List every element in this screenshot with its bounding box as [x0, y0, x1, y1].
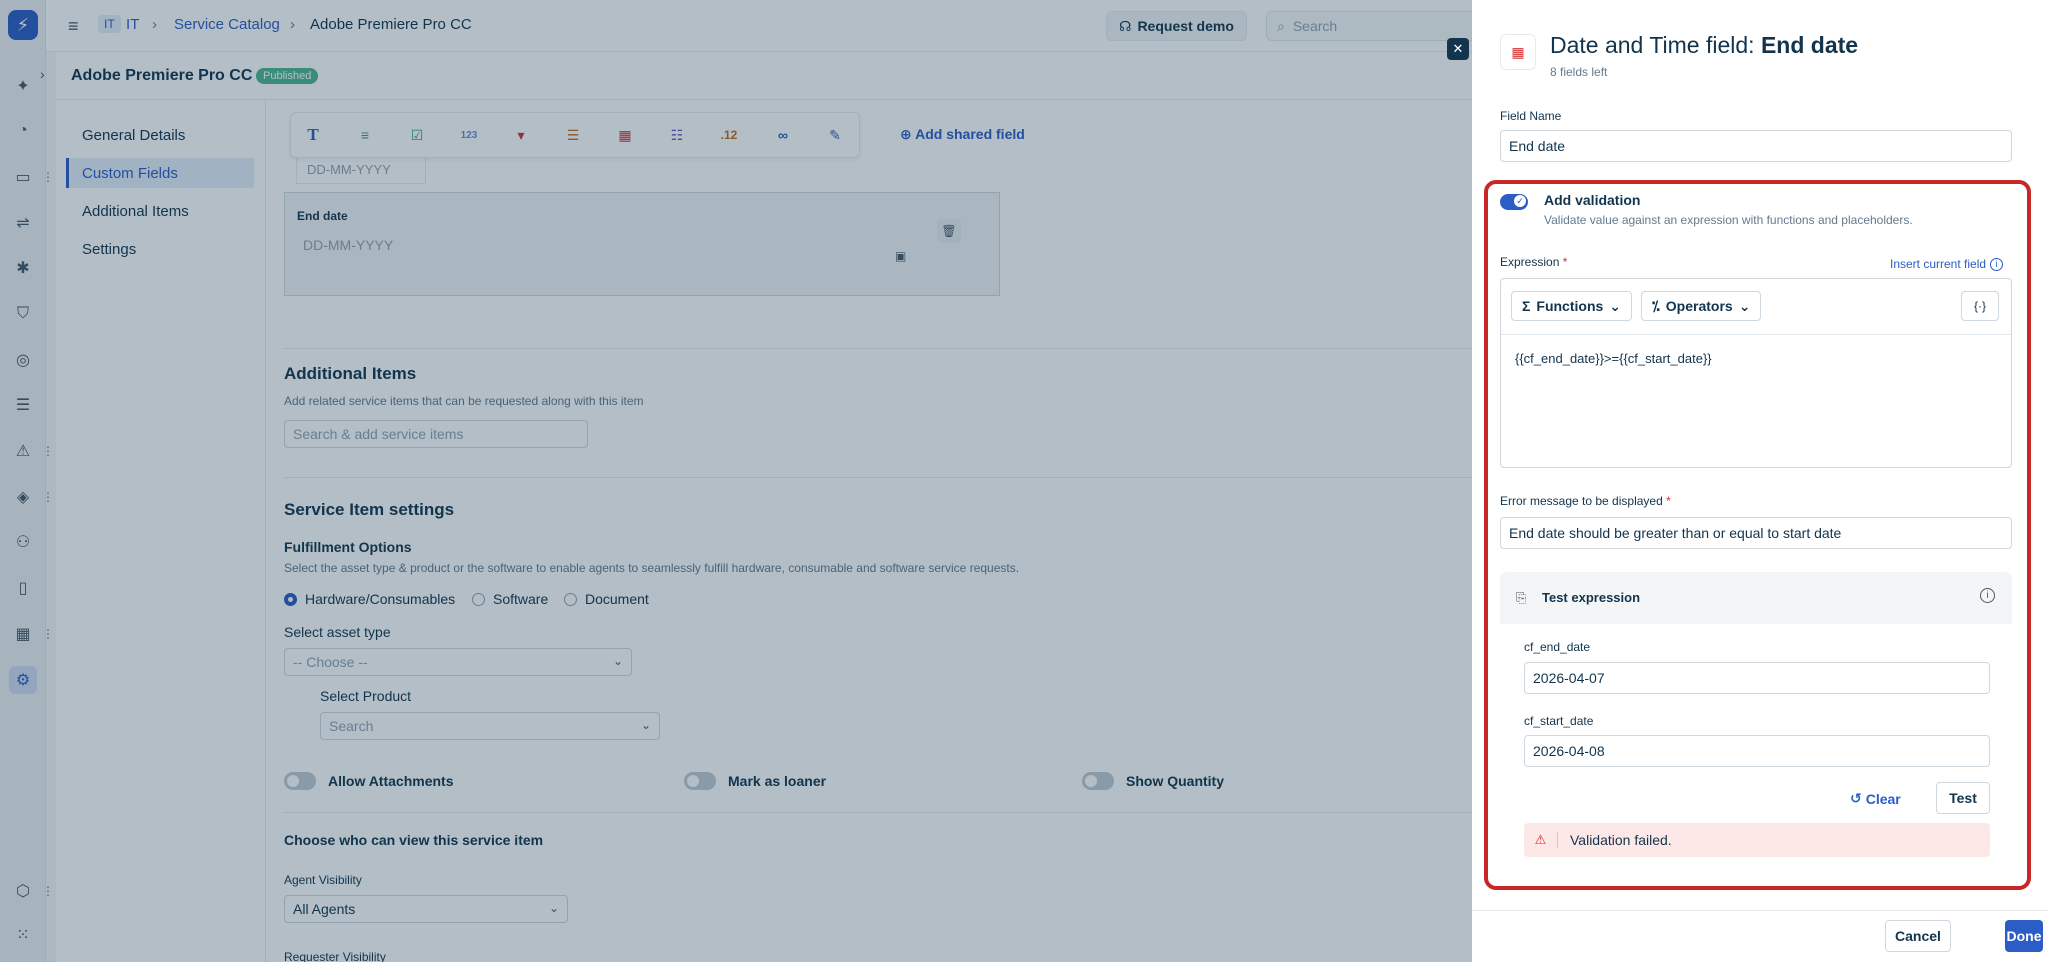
expression-label-text: Expression [1500, 255, 1560, 269]
info-icon[interactable]: i [1980, 588, 1995, 603]
field-editor-drawer: ▦ Date and Time field: End date 8 fields… [1472, 0, 2048, 962]
test-expression-header: ⎘ Test expression i [1500, 572, 2012, 624]
percent-icon: ⁒ [1652, 297, 1660, 314]
insert-current-field-label: Insert current field [1890, 257, 1987, 271]
insert-current-field-link[interactable]: Insert current field i [1890, 257, 2004, 271]
test-expression-panel: ⎘ Test expression i cf_end_date 2026-04-… [1500, 572, 2012, 872]
error-message-input[interactable]: End date should be greater than or equal… [1500, 517, 2012, 549]
cf-start-date-test-input[interactable]: 2026-04-08 [1524, 735, 1990, 767]
drawer-title-field: End date [1760, 32, 1859, 58]
required-mark: * [1666, 494, 1671, 508]
placeholder-braces-button[interactable]: {·} [1961, 291, 1999, 321]
operators-label: Operators [1665, 298, 1733, 314]
done-button[interactable]: Done [2005, 920, 2043, 952]
functions-dropdown[interactable]: Σ Functions ⌄ [1511, 291, 1633, 321]
clear-label: Clear [1865, 790, 1901, 807]
drawer-title: Date and Time field: End date [1550, 32, 1858, 59]
info-icon[interactable]: i [1990, 257, 2004, 271]
test-icon: ⎘ [1516, 590, 1527, 605]
test-field-label: cf_start_date [1524, 714, 1594, 728]
functions-label: Functions [1536, 298, 1604, 314]
add-validation-subtitle: Validate value against an expression wit… [1544, 213, 1913, 227]
drawer-title-prefix: Date and Time field: [1550, 32, 1761, 58]
error-message-label-text: Error message to be displayed [1500, 494, 1663, 508]
field-name-input[interactable]: End date [1500, 130, 2012, 162]
expression-editor[interactable]: Σ Functions ⌄ ⁒ Operators ⌄ {·} {{cf_end… [1500, 278, 2012, 468]
expression-toolbar: Σ Functions ⌄ ⁒ Operators ⌄ {·} [1501, 279, 2011, 335]
operators-dropdown[interactable]: ⁒ Operators ⌄ [1641, 291, 1762, 321]
test-button[interactable]: Test [1936, 782, 1990, 814]
error-message-label: Error message to be displayed * [1500, 494, 1671, 508]
modal-overlay[interactable] [0, 0, 1472, 962]
sigma-icon: Σ [1522, 298, 1531, 314]
add-validation-toggle[interactable] [1500, 194, 1528, 210]
reset-icon: ↺ [1850, 790, 1862, 806]
cf-end-date-test-input[interactable]: 2026-04-07 [1524, 662, 1990, 694]
warning-icon: ⚠ [1524, 832, 1558, 848]
field-name-label: Field Name [1500, 109, 1562, 123]
expression-text[interactable]: {{cf_end_date}}>={{cf_start_date}} [1515, 351, 1712, 366]
cancel-button[interactable]: Cancel [1885, 920, 1951, 952]
fields-left-count: 8 fields left [1550, 65, 1608, 79]
close-icon[interactable]: ✕ [1447, 38, 1469, 60]
validation-result-text: Validation failed. [1570, 832, 1672, 848]
add-validation-title: Add validation [1544, 192, 1641, 208]
drawer-footer: Cancel Done [1472, 910, 2048, 962]
test-field-label: cf_end_date [1524, 640, 1591, 654]
calendar-icon: ▦ [1500, 34, 1536, 70]
clear-button[interactable]: ↺ Clear [1850, 790, 1901, 807]
chevron-down-icon: ⌄ [1609, 297, 1622, 314]
chevron-down-icon: ⌄ [1738, 297, 1751, 314]
expression-label: Expression * [1500, 255, 1567, 269]
test-expression-title: Test expression [1542, 590, 1641, 605]
validation-result-banner: ⚠ Validation failed. [1524, 823, 1990, 857]
required-mark: * [1562, 255, 1568, 269]
